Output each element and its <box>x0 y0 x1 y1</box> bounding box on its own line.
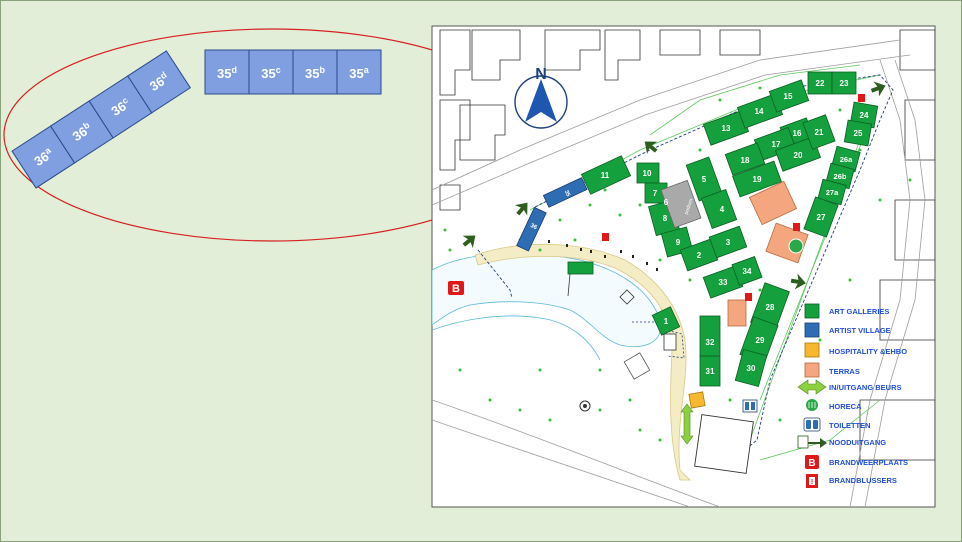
legend-fire-assembly-label: BRANDWEERPLAATS <box>829 458 908 467</box>
booth-label-29: 29 <box>756 336 765 345</box>
booth-label-33: 33 <box>719 278 728 287</box>
legend-horeca-label: HORECA <box>829 402 862 411</box>
booth-label-19: 19 <box>753 175 762 184</box>
booth-label-25: 25 <box>854 129 863 138</box>
booth-label-16: 16 <box>793 129 802 138</box>
booth-label-27: 27 <box>817 213 826 222</box>
inset-row-36: 36a 36b 36c 36d <box>11 50 192 189</box>
booth-label-27a: 27a <box>826 188 839 197</box>
booth-label-10: 10 <box>643 169 652 178</box>
booth-label-22: 22 <box>816 79 825 88</box>
legend-extinguisher-label: BRANDBLUSSERS <box>829 476 897 485</box>
booth-label-9: 9 <box>676 238 681 247</box>
festival-map: 35d 35c 35b 35a 36a 36b 36c 36d podium N… <box>3 25 936 508</box>
fire-assembly-icon-letter: B <box>808 458 815 469</box>
booth-label-1: 1 <box>664 317 669 326</box>
legend-art-galleries-label: ART GALLERIES <box>829 307 889 316</box>
fire-assembly-map-letter: B <box>452 283 460 295</box>
booth-label-18: 18 <box>741 156 750 165</box>
booth-label-8: 8 <box>663 214 668 223</box>
flag-green <box>567 261 594 275</box>
booth-label-24: 24 <box>860 111 869 120</box>
legend-hospitality-swatch <box>804 342 820 358</box>
booth-label-34: 34 <box>743 267 752 276</box>
booth-label-14: 14 <box>755 107 764 116</box>
legend-hospitality-label: HOSPITALITY &EHBO <box>829 347 907 356</box>
legend-terras-label: TERRAS <box>829 367 860 376</box>
booth-label-11: 11 <box>601 171 610 180</box>
booth-label-15: 15 <box>784 92 793 101</box>
legend-art-galleries-swatch <box>804 303 820 319</box>
compass-letter: N <box>535 66 547 83</box>
legend-artist-village-swatch <box>804 322 820 338</box>
booth-label-20: 20 <box>794 151 803 160</box>
booth-label-13: 13 <box>722 124 731 133</box>
legend-entrance-label: IN/UITGANG BEURS <box>829 383 902 392</box>
inset-row-35: 35d 35c 35b 35a <box>204 49 382 95</box>
fire-extinguisher-icon-mark: ! <box>811 479 813 486</box>
hospitality-ehbo[interactable] <box>688 391 706 409</box>
booth-label-32: 32 <box>706 338 715 347</box>
legend-terras-swatch <box>804 362 820 378</box>
pavilion-building <box>694 414 754 474</box>
booth-label-31: 31 <box>706 367 715 376</box>
booth-label-28: 28 <box>766 303 775 312</box>
booth-label-26a: 26a <box>840 155 853 164</box>
legend-artist-village-label: ARTIST VILLAGE <box>829 326 891 335</box>
booth-label-2: 2 <box>697 251 702 260</box>
booth-label-23: 23 <box>840 79 849 88</box>
horeca-map-icon <box>788 238 804 254</box>
booth-32[interactable] <box>699 315 721 357</box>
booth-label-4: 4 <box>720 205 725 214</box>
booth-label-7: 7 <box>653 189 658 198</box>
booth-label-21: 21 <box>815 128 824 137</box>
booth-label-3: 3 <box>726 238 731 247</box>
booth-label-5: 5 <box>702 175 707 184</box>
booth-label-26b: 26b <box>834 172 847 181</box>
small-building <box>663 333 677 351</box>
booth-label-30: 30 <box>747 364 756 373</box>
booth-label-17: 17 <box>772 140 781 149</box>
terras-3[interactable] <box>727 299 747 327</box>
legend-toilet-label: TOILETTEN <box>829 421 871 430</box>
booth-label-6: 6 <box>664 198 669 207</box>
legend-exit-label: NOODUITGANG <box>829 438 886 447</box>
